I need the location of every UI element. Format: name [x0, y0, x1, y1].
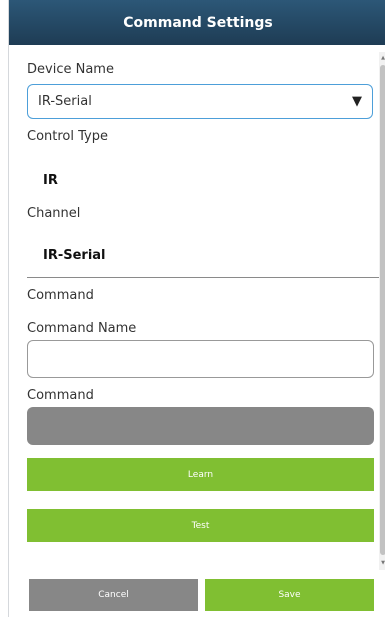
control-type-label: Control Type — [27, 129, 108, 144]
command-label: Command — [27, 388, 94, 403]
learn-button[interactable]: Learn — [27, 458, 374, 491]
section-divider — [27, 277, 379, 278]
command-name-label: Command Name — [27, 321, 137, 336]
save-button[interactable]: Save — [205, 579, 374, 611]
scroll-down-icon[interactable]: ▼ — [380, 560, 385, 566]
command-settings-panel: Command Settings Device Name IR-Serial ▼… — [8, 0, 385, 617]
device-name-value: IR-Serial — [38, 94, 92, 109]
scroll-thumb[interactable] — [380, 65, 385, 555]
cancel-button[interactable]: Cancel — [29, 579, 198, 611]
device-name-label: Device Name — [27, 62, 114, 77]
device-name-select[interactable]: IR-Serial ▼ — [27, 84, 373, 119]
control-type-value: IR — [43, 173, 58, 188]
command-section-label: Command — [27, 288, 94, 303]
scroll-up-icon[interactable]: ▲ — [380, 55, 385, 61]
channel-value: IR-Serial — [43, 248, 106, 263]
form-content: Device Name IR-Serial ▼ Control Type IR … — [9, 45, 379, 570]
page-title: Command Settings — [123, 14, 273, 31]
command-value-box[interactable] — [27, 407, 374, 445]
command-name-input[interactable] — [27, 340, 374, 378]
dropdown-arrow-icon: ▼ — [352, 94, 362, 109]
test-button[interactable]: Test — [27, 509, 374, 542]
panel-header: Command Settings — [9, 0, 385, 45]
channel-label: Channel — [27, 206, 81, 221]
vertical-scrollbar[interactable]: ▲ ▼ — [379, 52, 385, 570]
